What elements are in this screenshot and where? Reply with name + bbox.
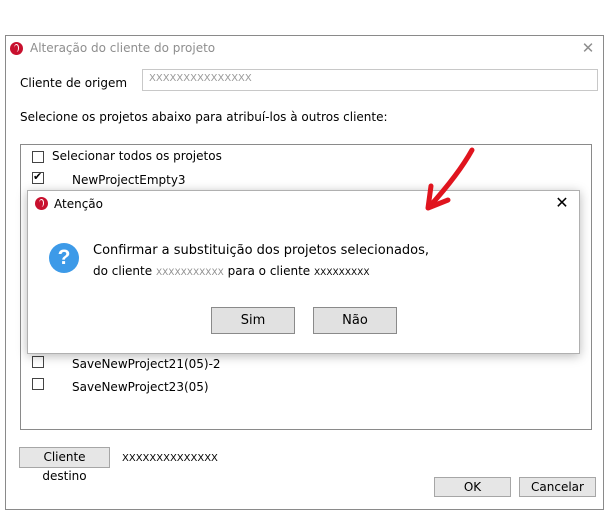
app-logo-icon (10, 42, 23, 55)
project-checkbox-3[interactable] (32, 378, 44, 390)
alert-dialog: Atenção ✕ ? Confirmar a substituição dos… (27, 190, 580, 354)
no-button[interactable]: Não (313, 307, 397, 334)
project-checkbox-1[interactable] (32, 170, 44, 184)
alert-message-line2: do cliente XXXXXXXXXXX para o cliente XX… (93, 264, 370, 278)
ok-button[interactable]: OK (434, 477, 511, 497)
yes-button[interactable]: Sim (211, 307, 295, 334)
alert-message-middle: para o cliente (227, 264, 311, 278)
project-name-2[interactable]: SaveNewProject21(05)-2 (72, 357, 221, 371)
alert-message-prefix: do cliente (93, 264, 153, 278)
select-all-label[interactable]: Selecionar todos os projetos (52, 149, 222, 163)
question-icon: ? (49, 243, 79, 273)
main-window-title: Alteração do cliente do projeto (30, 41, 216, 55)
origin-client-label: Cliente de origem (20, 76, 128, 90)
close-icon[interactable]: ✕ (553, 193, 571, 213)
project-checkbox-2[interactable] (32, 356, 44, 368)
dest-client-value: XXXXXXXXXXXXXX (122, 453, 218, 464)
alert-client-to: XXXXXXXXX (314, 268, 370, 278)
origin-client-field[interactable]: XXXXXXXXXXXXXXX (142, 69, 598, 91)
cancel-button[interactable]: Cancelar (519, 477, 596, 497)
alert-title: Atenção (54, 197, 103, 211)
select-all-checkbox[interactable] (32, 151, 44, 163)
project-name-1[interactable]: NewProjectEmpty3 (72, 173, 186, 187)
alert-client-from: XXXXXXXXXXX (155, 268, 224, 278)
alert-message-line1: Confirmar a substituição dos projetos se… (93, 243, 430, 258)
dest-client-button[interactable]: Cliente destino (19, 447, 110, 483)
main-titlebar: Alteração do cliente do projeto ✕ (6, 36, 603, 62)
project-name-3[interactable]: SaveNewProject23(05) (72, 380, 209, 394)
app-logo-icon (35, 197, 48, 210)
annotation-arrow (425, 147, 475, 211)
instruction-text: Selecione os projetos abaixo para atribu… (20, 110, 388, 124)
close-icon[interactable]: ✕ (579, 39, 597, 57)
